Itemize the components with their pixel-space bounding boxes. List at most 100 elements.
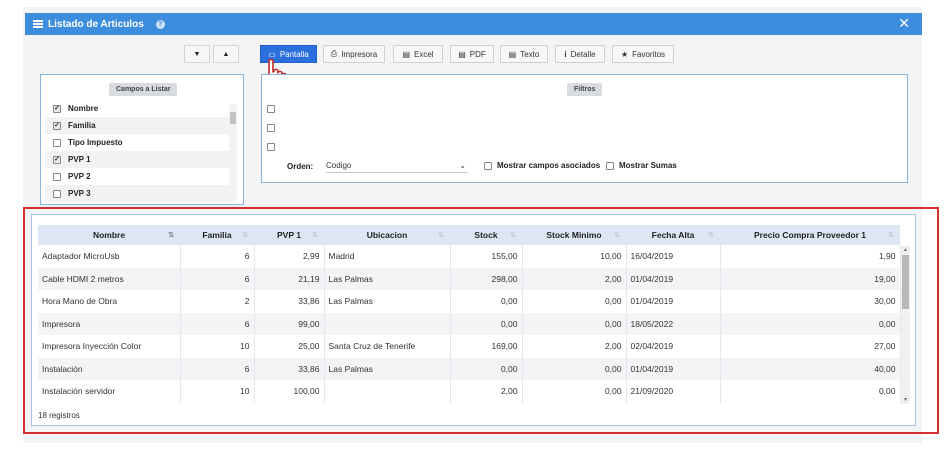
cell-nombre: Instalación <box>38 357 181 380</box>
field-item-nombre[interactable]: ✓ Nombre <box>45 100 235 117</box>
scroll-thumb[interactable] <box>902 255 909 309</box>
cell-familia: 10 <box>180 335 255 358</box>
mostrar-campos-option[interactable]: Mostrar campos asociados <box>484 161 600 170</box>
impresora-button[interactable]: ⎙ Impresora <box>323 45 385 63</box>
cell-ubicacion: Las Palmas <box>324 290 451 313</box>
detalle-button[interactable]: i Detalle <box>555 45 605 63</box>
cell-nombre: Instalación servidor <box>38 380 181 403</box>
checkbox[interactable] <box>606 161 614 170</box>
table-row[interactable]: Adaptador MicroUsb 6 2,99 Madrid 155,00 … <box>38 245 901 268</box>
sort-down-button[interactable]: ▼ <box>184 45 210 63</box>
field-item-pvp1[interactable]: ✓ PVP 1 <box>45 151 235 168</box>
table-row[interactable]: Impresora 6 99,00 0,00 0,00 18/05/2022 0… <box>38 312 901 335</box>
excel-icon: ▤ <box>402 49 410 59</box>
sort-icon: ⇅ <box>438 232 444 239</box>
field-item-tipo-impuesto[interactable]: Tipo Impuesto <box>45 134 235 151</box>
filter-checkbox-2[interactable] <box>267 124 275 132</box>
mostrar-sumas-option[interactable]: Mostrar Sumas <box>606 161 677 170</box>
cell-fecha-alta: 16/04/2019 <box>626 245 721 268</box>
chevron-down-icon: ⌄ <box>459 160 466 170</box>
column-header-stock[interactable]: Stock ⇅ <box>450 225 522 245</box>
cell-pvp1: 33,86 <box>254 357 325 380</box>
table-row[interactable]: Instalación servidor 10 100,00 2,00 0,00… <box>38 380 901 403</box>
cell-ubicacion <box>324 312 451 335</box>
sort-icon: ⇅ <box>312 232 318 239</box>
field-item-familia[interactable]: ✓ Familia <box>45 117 235 134</box>
excel-button[interactable]: ▤ Excel <box>393 45 443 63</box>
column-header-familia[interactable]: Familia ⇅ <box>180 225 254 245</box>
table-row[interactable]: Hora Mano de Obra 2 33,86 Las Palmas 0,0… <box>38 290 901 313</box>
cell-ubicacion: Madrid <box>324 245 451 268</box>
cell-precio-compra: 19,00 <box>720 267 901 290</box>
column-header-precio-compra[interactable]: Precio Compra Proveedor 1 ⇅ <box>720 225 900 245</box>
cell-precio-compra: 0,00 <box>720 380 901 403</box>
cell-stock-minimo: 0,00 <box>522 380 627 403</box>
cell-fecha-alta: 01/04/2019 <box>626 267 721 290</box>
close-icon[interactable]: ✕ <box>898 16 910 30</box>
cell-stock: 169,00 <box>450 335 523 358</box>
field-item-pvp3[interactable]: PVP 3 <box>45 185 235 202</box>
column-header-fecha-alta[interactable]: Fecha Alta ⇅ <box>626 225 720 245</box>
cell-stock: 155,00 <box>450 245 523 268</box>
cell-nombre: Adaptador MicroUsb <box>38 245 181 268</box>
table-row[interactable]: Cable HDMI 2 metros 6 21,19 Las Palmas 2… <box>38 267 901 290</box>
checkbox[interactable] <box>53 138 61 147</box>
cell-ubicacion <box>324 380 451 403</box>
cell-fecha-alta: 18/05/2022 <box>626 312 721 335</box>
campos-scrollbar[interactable] <box>229 104 237 200</box>
sort-up-button[interactable]: ▲ <box>213 45 239 63</box>
checkbox[interactable]: ✓ <box>53 104 61 113</box>
sort-icon: ⇅ <box>168 232 174 239</box>
table-row[interactable]: Instalación 6 33,86 Las Palmas 0,00 0,00… <box>38 357 901 380</box>
window-title: Listado de Articulos <box>48 18 144 30</box>
window-titlebar: Listado de Articulos ? ✕ <box>25 13 922 35</box>
cell-familia: 6 <box>180 357 255 380</box>
texto-button[interactable]: ▤ Texto <box>500 45 548 63</box>
table-header-row: Nombre ⇅ Familia ⇅ PVP 1 ⇅ Ubicacion ⇅ Stock… <box>38 225 900 245</box>
star-icon: ★ <box>620 49 629 59</box>
cell-precio-compra: 30,00 <box>720 290 901 313</box>
favoritos-button[interactable]: ★ Favoritos <box>612 45 674 63</box>
filtros-title: Filtros <box>567 83 603 96</box>
filter-checkbox-1[interactable] <box>267 105 275 113</box>
help-icon[interactable]: ? <box>155 19 165 29</box>
cell-fecha-alta: 01/04/2019 <box>626 290 721 313</box>
checkbox[interactable] <box>53 172 61 181</box>
orden-select[interactable]: Codigo ⌄ <box>326 158 468 173</box>
column-header-stock-minimo[interactable]: Stock Minimo ⇅ <box>522 225 626 245</box>
cell-stock: 0,00 <box>450 312 523 335</box>
table-scrollbar[interactable]: ▲ ▼ <box>901 246 910 404</box>
checkbox[interactable] <box>53 189 61 198</box>
text-icon: ▤ <box>508 49 517 59</box>
cell-stock: 298,00 <box>450 267 523 290</box>
cell-precio-compra: 40,00 <box>720 357 901 380</box>
cell-pvp1: 21,19 <box>254 267 325 290</box>
checkbox[interactable]: ✓ <box>53 155 61 164</box>
checkbox[interactable] <box>484 161 492 170</box>
cell-pvp1: 33,86 <box>254 290 325 313</box>
pdf-button[interactable]: ▤ PDF <box>450 45 494 63</box>
field-item-pvp2[interactable]: PVP 2 <box>45 168 235 185</box>
cell-fecha-alta: 21/09/2020 <box>626 380 721 403</box>
filter-checkbox-3[interactable] <box>267 143 275 151</box>
record-count: 18 registros <box>38 411 80 420</box>
sort-icon: ⇅ <box>888 232 894 239</box>
sort-icon: ⇅ <box>242 232 248 239</box>
sort-icon: ⇅ <box>510 232 516 239</box>
cell-stock-minimo: 2,00 <box>522 335 627 358</box>
cell-pvp1: 2,99 <box>254 245 325 268</box>
cell-precio-compra: 27,00 <box>720 335 901 358</box>
sort-icon: ⇅ <box>708 232 714 239</box>
cell-stock-minimo: 0,00 <box>522 312 627 335</box>
filtros-panel: Filtros Orden: Codigo ⌄ Mostrar campos a… <box>261 74 908 183</box>
cell-stock-minimo: 10,00 <box>522 245 627 268</box>
results-panel: Nombre ⇅ Familia ⇅ PVP 1 ⇅ Ubicacion ⇅ Stock… <box>31 214 916 426</box>
column-header-nombre[interactable]: Nombre ⇅ <box>38 225 180 245</box>
column-header-ubicacion[interactable]: Ubicacion ⇅ <box>324 225 450 245</box>
printer-icon: ⎙ <box>330 49 338 58</box>
table-row[interactable]: Impresora Inyección Color 10 25,00 Santa… <box>38 335 901 358</box>
checkbox[interactable]: ✓ <box>53 121 61 130</box>
cell-precio-compra: 0,00 <box>720 312 901 335</box>
cell-stock-minimo: 0,00 <box>522 290 627 313</box>
column-header-pvp1[interactable]: PVP 1 ⇅ <box>254 225 324 245</box>
